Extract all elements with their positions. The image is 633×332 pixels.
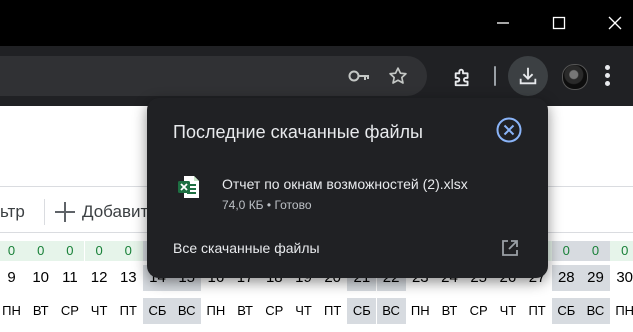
zero-cell: 0: [84, 241, 114, 261]
filter-button-label[interactable]: ьтр: [0, 202, 25, 222]
status-separator: •: [263, 198, 275, 212]
zero-cell: 0: [0, 241, 26, 261]
title-bar: [0, 0, 633, 46]
weekday-cell: ЧТ: [499, 303, 517, 318]
weekday-cell: ВТ: [441, 303, 458, 318]
downloads-title: Последние скачанные файлы: [173, 122, 423, 142]
day-number-cell: 12: [90, 269, 108, 286]
toolbar-divider: [44, 199, 45, 225]
minimize-button[interactable]: [480, 0, 526, 46]
close-bubble-button[interactable]: [496, 117, 522, 143]
puzzle-icon: [454, 68, 469, 87]
day-number-cell: 11: [62, 269, 78, 286]
key-icon: [348, 70, 369, 82]
weekday-cell: СР: [265, 303, 284, 318]
weekday-cell: ПТ: [324, 303, 342, 318]
avatar[interactable]: [562, 64, 588, 90]
excel-file-icon: [178, 176, 199, 198]
zero-cell: 0: [26, 241, 56, 261]
weekday-cell: ВТ: [32, 303, 49, 318]
plus-icon[interactable]: [54, 201, 76, 223]
zero-cell: 0: [610, 241, 633, 261]
weekday-cell: ПТ: [528, 303, 546, 318]
weekday-cell: ПН: [615, 303, 633, 318]
weekday-cell: ЧТ: [295, 303, 312, 318]
day-number-cell: 30: [616, 269, 633, 286]
status-text: Готово: [274, 198, 312, 212]
day-number-cell: 13: [119, 269, 137, 286]
file-status: 74,0 КБ • Готово: [222, 198, 312, 212]
weekday-cell: ВС: [172, 298, 202, 324]
file-name: Отчет по окнам возможностей (2).xlsx: [222, 176, 468, 192]
weekday-cell: ПН: [206, 303, 226, 318]
downloads-button[interactable]: [508, 56, 548, 96]
all-downloads-link[interactable]: Все скачанные файлы: [173, 240, 320, 256]
add-button-label[interactable]: Добавит: [82, 202, 148, 222]
day-number-cell: 28: [551, 265, 581, 291]
close-circle-icon: [496, 117, 522, 143]
weekday-cell: СР: [469, 303, 488, 318]
weekday-cell: ЧТ: [90, 303, 108, 318]
zero-cell: 0: [551, 241, 581, 261]
open-downloads-page-button[interactable]: [500, 238, 520, 258]
file-size: 74,0 КБ: [222, 198, 264, 212]
weekday-cell: ПТ: [119, 303, 137, 318]
zero-cell: 0: [55, 241, 85, 261]
minimize-icon: [497, 22, 509, 24]
toolbar-divider: [494, 66, 496, 86]
zero-cell: 0: [113, 241, 143, 261]
bookmark-button[interactable]: [382, 60, 414, 92]
star-icon: [389, 67, 407, 84]
maximize-icon: [552, 16, 566, 30]
downloads-bubble: Последние скачанные файлы Отчет по окнам…: [147, 98, 548, 278]
weekday-row: ПН ВТ СР ЧТ ПТ СБ ВС ПН ВТ СР ЧТ ПТ СБ ВС ПН ВТ СР ЧТ ПТ СБ…: [0, 298, 633, 324]
zero-cell: 0: [581, 241, 610, 261]
browser-toolbar: [0, 46, 633, 106]
close-window-button[interactable]: [592, 0, 633, 46]
weekday-cell: ПН: [410, 303, 430, 318]
download-item[interactable]: Отчет по окнам возможностей (2).xlsx 74,…: [147, 168, 548, 220]
weekday-cell: СБ: [347, 298, 377, 324]
extensions-button[interactable]: [446, 60, 478, 92]
weekday-cell: ВС: [581, 298, 610, 324]
weekday-cell: СБ: [551, 298, 581, 324]
day-number-cell: 9: [7, 269, 16, 286]
weekday-cell: СБ: [143, 298, 172, 324]
kebab-menu-icon[interactable]: [600, 62, 616, 90]
weekday-cell: ПН: [2, 303, 21, 318]
maximize-button[interactable]: [536, 0, 582, 46]
weekday-cell: ВС: [376, 298, 406, 324]
password-manager-button[interactable]: [342, 60, 374, 92]
weekday-cell: СР: [60, 303, 79, 318]
weekday-cell: ВТ: [237, 303, 253, 318]
day-number-cell: 29: [581, 265, 610, 291]
download-icon: [519, 67, 537, 85]
day-number-cell: 10: [32, 269, 50, 286]
close-icon: [608, 16, 622, 30]
open-external-icon: [502, 240, 518, 256]
